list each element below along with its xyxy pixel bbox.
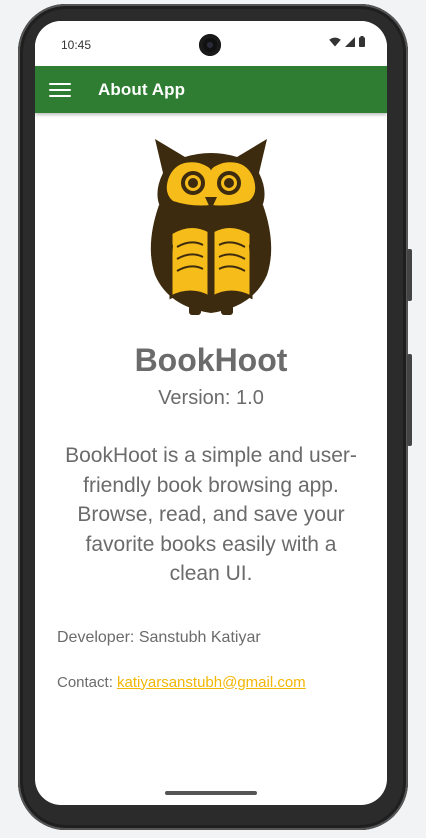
developer-info: Developer: Sanstubh Katiyar [57, 628, 261, 646]
signal-icon [345, 36, 355, 47]
wifi-icon [329, 37, 341, 46]
front-camera [199, 34, 221, 56]
status-icons [329, 36, 365, 47]
contact-email-link[interactable]: katiyarsanstubh@gmail.com [117, 674, 306, 691]
contact-info: Contact: katiyarsanstubh@gmail.com [57, 674, 387, 691]
power-button [407, 354, 412, 446]
battery-icon [359, 36, 365, 47]
app-bar: About App [35, 66, 387, 113]
home-indicator[interactable] [165, 791, 257, 795]
app-screen: 10:45 About App BookHoot Version: 1.0 Bo… [35, 21, 387, 805]
about-content: BookHoot Version: 1.0 BookHoot is a simp… [35, 135, 387, 691]
hamburger-menu-icon[interactable] [49, 81, 71, 99]
app-name: BookHoot [134, 342, 288, 378]
contact-label: Contact: [57, 673, 118, 691]
owl-reading-book-logo [150, 139, 272, 315]
app-logo [35, 135, 387, 320]
volume-button [407, 249, 412, 301]
app-description: BookHoot is a simple and user-friendly b… [65, 444, 357, 585]
app-bar-title: About App [98, 79, 186, 99]
app-version: Version: 1.0 [158, 387, 264, 409]
status-bar: 10:45 [35, 21, 387, 66]
status-time: 10:45 [61, 38, 92, 52]
